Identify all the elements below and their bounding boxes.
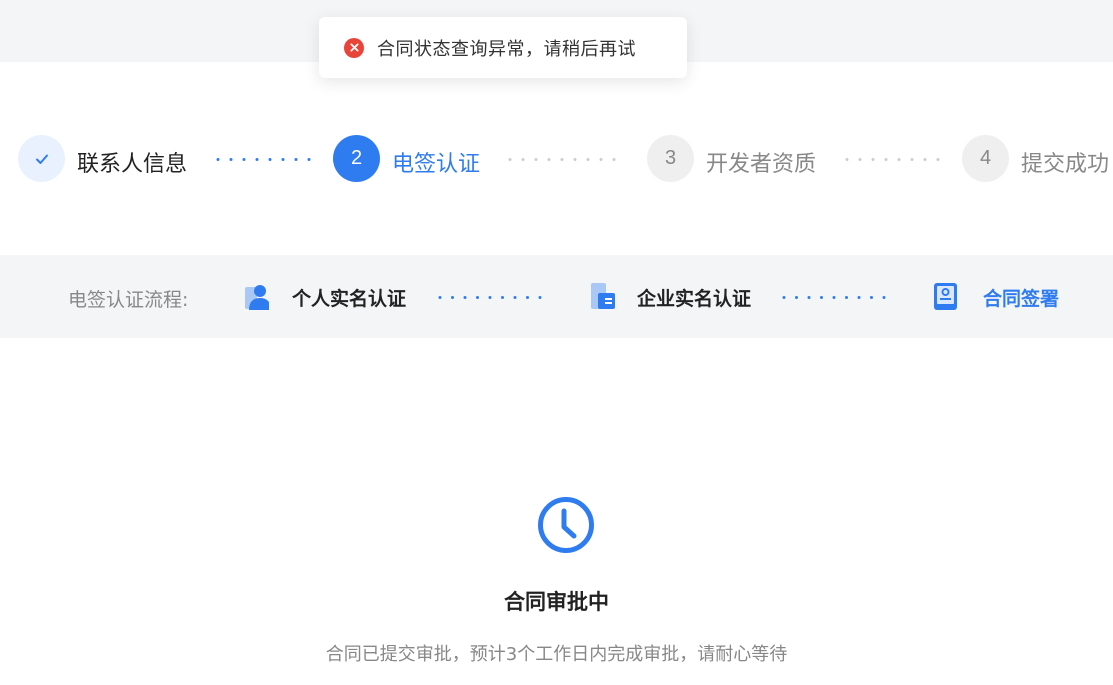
flow-step-contract: 合同签署: [983, 288, 1060, 310]
flow-connector-2: [782, 296, 897, 299]
building-icon: [591, 283, 615, 309]
step-1-label: 联系人信息: [77, 152, 188, 177]
step-4-number: 4: [962, 135, 1009, 182]
step-connector-2: [508, 158, 620, 161]
flow-step-personal: 个人实名认证: [292, 288, 407, 310]
person-icon: [245, 285, 269, 310]
step-3-label: 开发者资质: [706, 152, 817, 177]
step-connector-3: [845, 158, 941, 161]
esign-flow-bar: 电签认证流程: 个人实名认证 企业实名认证 合同签署: [0, 255, 1113, 338]
step-1-check-icon: [18, 135, 65, 182]
error-circle-icon: [344, 37, 364, 58]
status-title: 合同审批中: [504, 590, 609, 614]
contract-icon: [934, 283, 957, 310]
flow-title: 电签认证流程:: [68, 289, 189, 311]
flow-step-enterprise: 企业实名认证: [637, 288, 752, 310]
step-2-number: 2: [333, 135, 380, 182]
step-connector-1: [216, 158, 312, 161]
step-progress: 联系人信息 2 电签认证 3 开发者资质 4 提交成功: [0, 135, 1113, 183]
error-toast: 合同状态查询异常，请稍后再试: [319, 17, 687, 78]
clock-icon: [538, 497, 594, 553]
status-description: 合同已提交审批，预计3个工作日内完成审批，请耐心等待: [325, 644, 788, 665]
toast-message: 合同状态查询异常，请稍后再试: [377, 38, 636, 60]
flow-connector-1: [438, 296, 553, 299]
step-4-label: 提交成功: [1021, 152, 1110, 177]
step-2-label: 电签认证: [392, 152, 481, 177]
step-3-number: 3: [647, 135, 694, 182]
